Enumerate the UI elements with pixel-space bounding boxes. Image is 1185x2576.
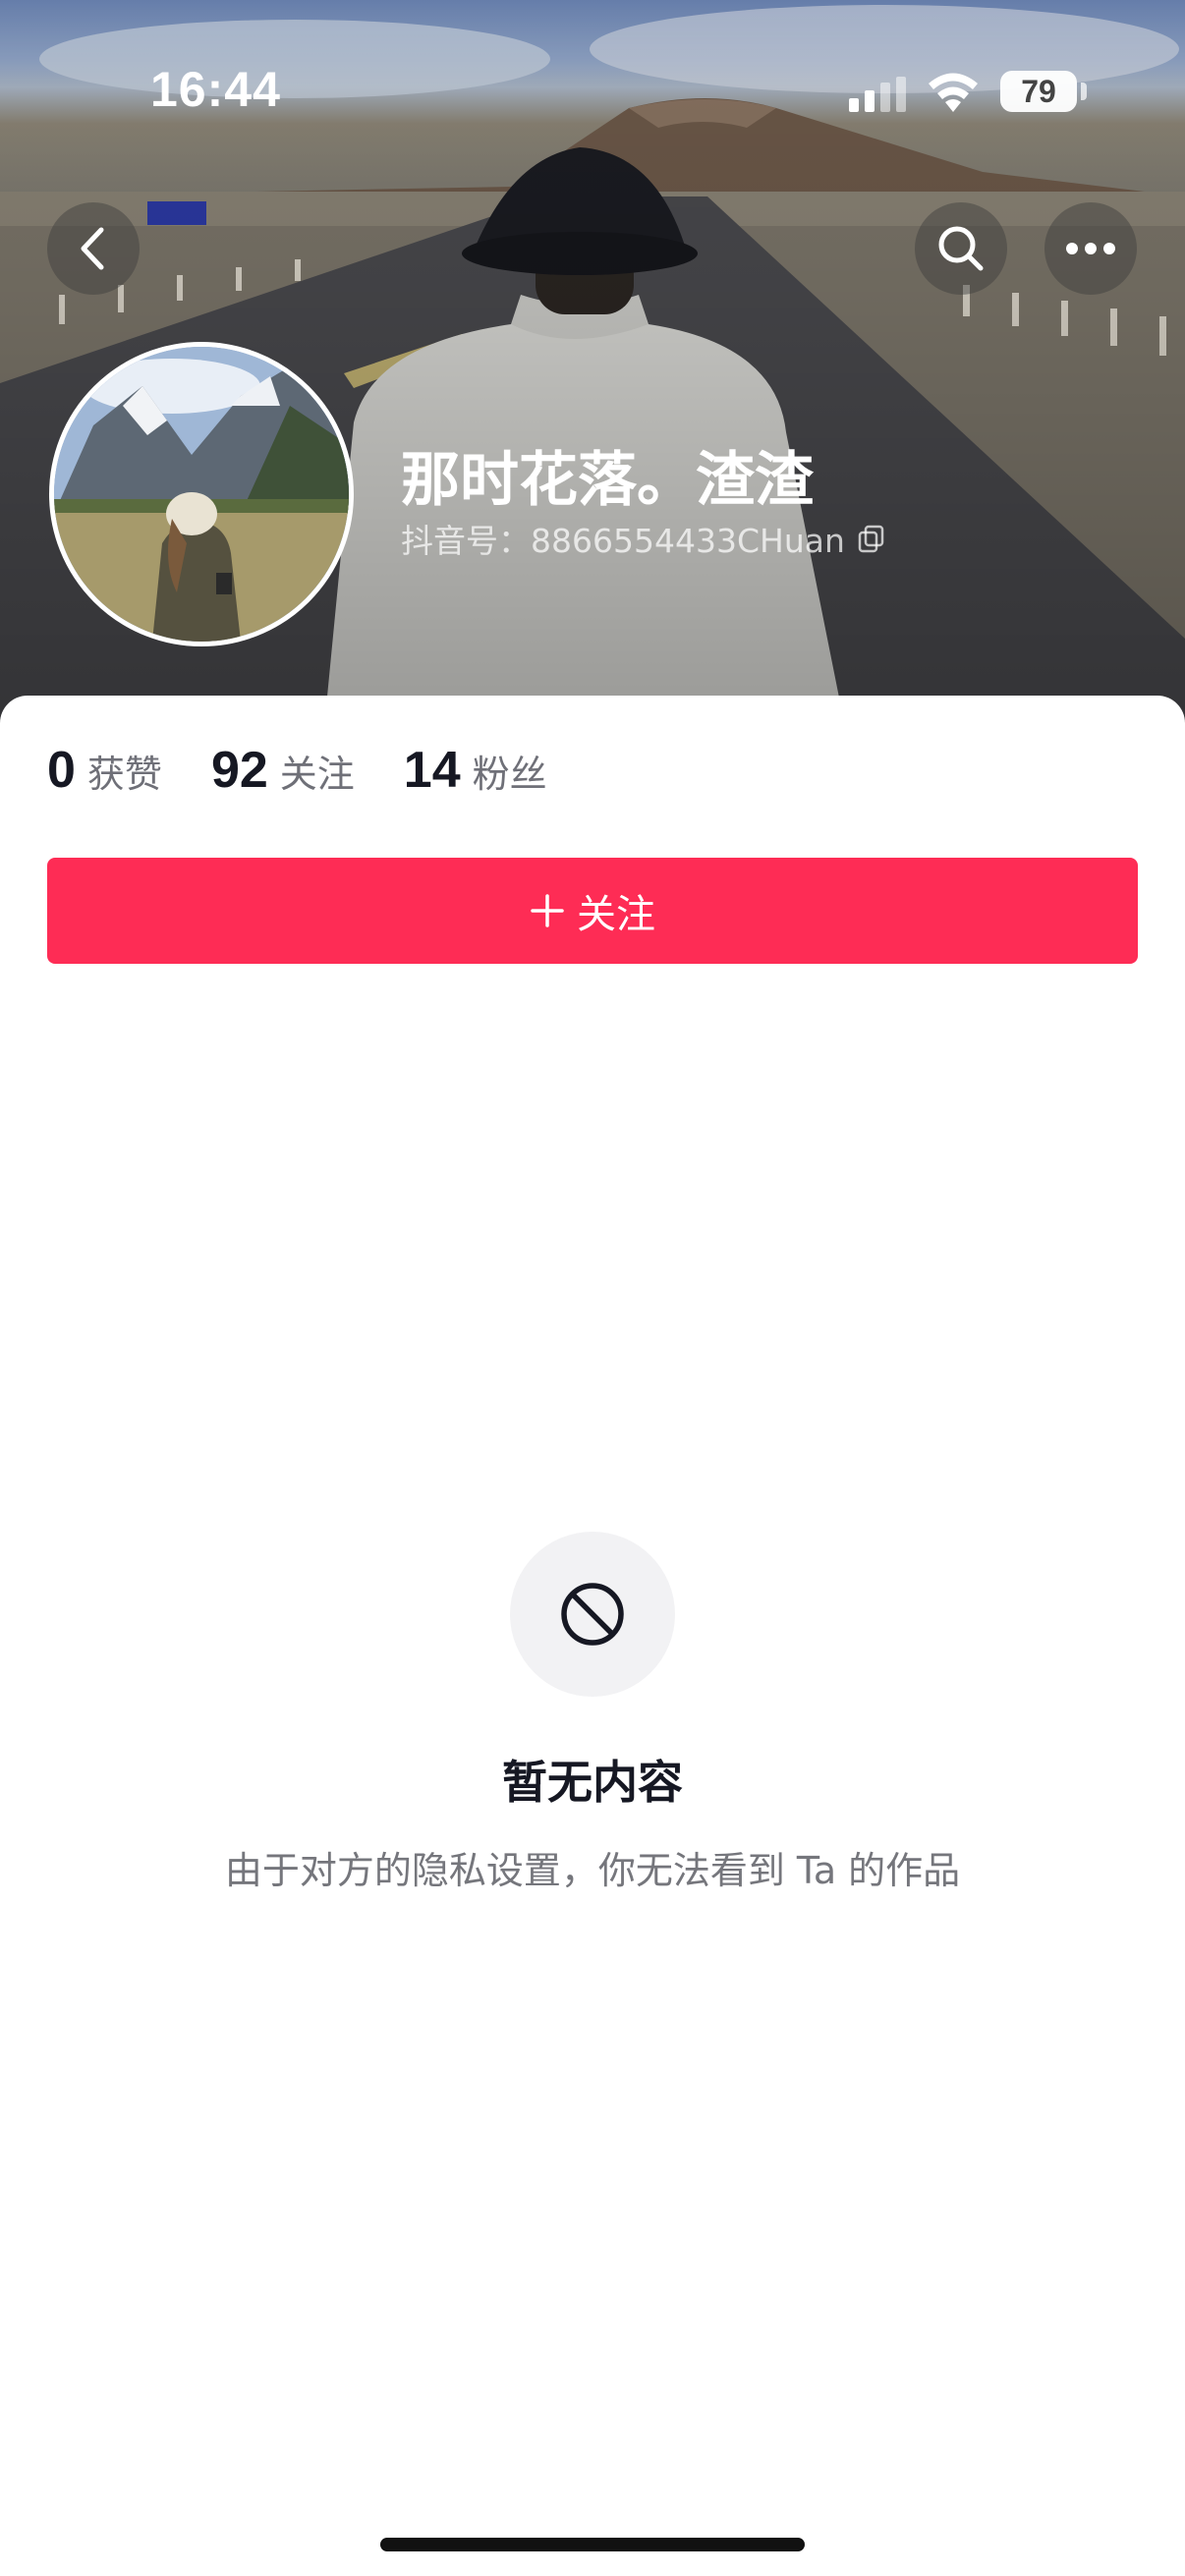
avatar-image bbox=[54, 347, 349, 642]
stat-followers-count: 14 bbox=[403, 742, 461, 799]
follow-button[interactable]: 关注 bbox=[47, 858, 1138, 964]
battery-icon: 79 bbox=[1000, 71, 1077, 112]
stat-following-count: 92 bbox=[210, 742, 268, 799]
status-bar: 16:44 79 bbox=[0, 0, 1185, 128]
profile-douyin-id[interactable]: 抖音号：8866554433CHuan bbox=[401, 515, 886, 562]
more-dots-icon bbox=[1066, 243, 1115, 254]
battery-cap bbox=[1081, 83, 1087, 100]
signal-icon bbox=[849, 77, 906, 112]
stat-followers-label: 粉丝 bbox=[472, 753, 547, 796]
search-button[interactable] bbox=[915, 202, 1007, 295]
empty-state-description: 由于对方的隐私设置，你无法看到 Ta 的作品 bbox=[224, 1849, 961, 1892]
copy-icon[interactable] bbox=[857, 524, 886, 553]
profile-content-sheet: 0 获赞 92 关注 14 粉丝 关注 暂无内容 由于对方的隐私设置，你无法看到… bbox=[0, 696, 1185, 2576]
chevron-left-icon bbox=[81, 227, 104, 270]
stat-likes-count: 0 bbox=[47, 742, 76, 799]
prohibited-icon bbox=[561, 1583, 624, 1646]
wifi-icon bbox=[929, 73, 978, 112]
stat-likes-label: 获赞 bbox=[86, 753, 162, 796]
stat-following-label: 关注 bbox=[279, 753, 355, 796]
avatar[interactable] bbox=[49, 342, 354, 646]
stat-followers[interactable]: 14 粉丝 bbox=[404, 741, 547, 800]
status-time: 16:44 bbox=[150, 62, 281, 117]
profile-stats: 0 获赞 92 关注 14 粉丝 bbox=[47, 741, 596, 800]
more-button[interactable] bbox=[1044, 202, 1137, 295]
search-icon bbox=[938, 226, 984, 271]
plus-icon bbox=[530, 893, 565, 928]
stat-likes[interactable]: 0 获赞 bbox=[47, 741, 162, 800]
empty-state-title: 暂无内容 bbox=[502, 1756, 683, 1809]
back-button[interactable] bbox=[47, 202, 140, 295]
home-indicator[interactable] bbox=[380, 2538, 805, 2551]
profile-nickname: 那时花落。渣渣 bbox=[401, 446, 814, 515]
douyin-id-text: 抖音号：8866554433CHuan bbox=[401, 522, 845, 560]
stat-following[interactable]: 92 关注 bbox=[211, 741, 355, 800]
follow-button-label: 关注 bbox=[577, 892, 655, 937]
empty-state-icon-wrap bbox=[510, 1532, 675, 1697]
